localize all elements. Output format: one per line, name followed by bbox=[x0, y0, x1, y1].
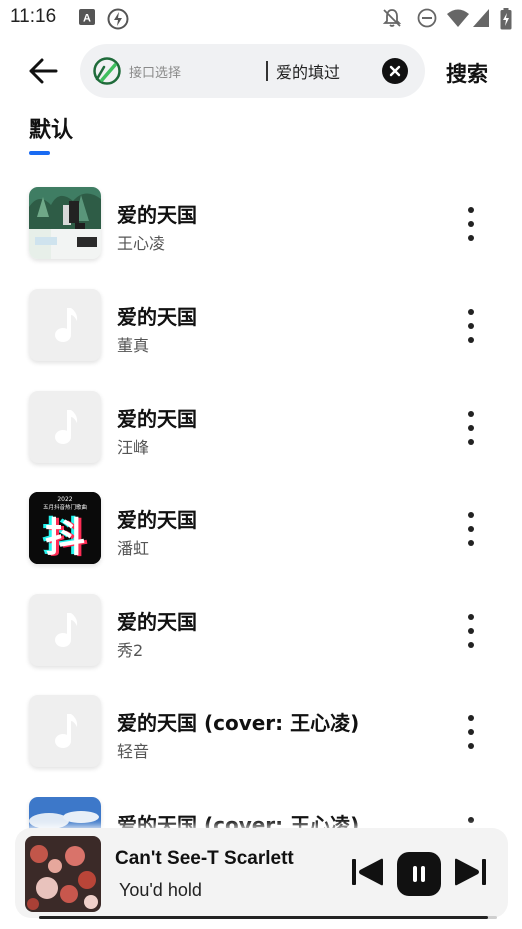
flash-icon bbox=[107, 8, 129, 30]
song-artist: 汪峰 bbox=[117, 438, 150, 457]
source-select-label[interactable]: 接口选择 bbox=[129, 62, 181, 81]
sky-cover-image bbox=[29, 797, 101, 829]
album-cover-placeholder bbox=[29, 289, 101, 361]
album-cover-placeholder bbox=[29, 391, 101, 463]
skip-previous-icon[interactable] bbox=[351, 857, 385, 887]
now-playing-lyric: You'd hold bbox=[119, 880, 202, 900]
song-title: 爱的天国 bbox=[117, 407, 197, 431]
more-options-button[interactable] bbox=[460, 614, 482, 648]
now-playing-cover[interactable] bbox=[25, 836, 101, 912]
battery-charging-icon bbox=[500, 8, 512, 30]
now-playing-cover-image bbox=[25, 836, 101, 912]
song-artist: 王心凌 bbox=[117, 234, 166, 253]
song-artist: 董真 bbox=[117, 336, 150, 355]
song-item[interactable]: 爱的天国 董真 bbox=[0, 289, 522, 379]
douyin-cover-image: 2022 五月抖音热门歌曲 抖 抖 抖 bbox=[29, 492, 101, 564]
more-options-button[interactable] bbox=[460, 411, 482, 445]
search-button[interactable]: 搜索 bbox=[446, 58, 488, 88]
music-note-icon bbox=[55, 714, 78, 748]
pause-button[interactable] bbox=[397, 852, 441, 896]
search-input[interactable] bbox=[276, 57, 446, 85]
search-separator bbox=[266, 61, 268, 81]
search-bar[interactable]: 接口选择 bbox=[80, 44, 446, 98]
pause-icon bbox=[413, 866, 425, 882]
song-title: 爱的天国 (cover: 王心凌) bbox=[117, 813, 360, 829]
bell-off-icon bbox=[382, 9, 402, 27]
music-note-icon bbox=[55, 308, 78, 342]
cover-subtitle: 五月抖音热门歌曲 bbox=[43, 503, 87, 511]
album-cover-placeholder bbox=[29, 695, 101, 767]
more-options-button[interactable] bbox=[460, 309, 482, 343]
song-title: 爱的天国 bbox=[117, 203, 197, 227]
song-item[interactable]: 爱的天国 秀2 bbox=[0, 594, 522, 684]
tab-default[interactable]: 默认 bbox=[29, 112, 73, 144]
album-cover-placeholder bbox=[29, 594, 101, 666]
song-artist: 轻音 bbox=[117, 742, 150, 761]
mini-player[interactable]: Can't See-T Scarlett You'd hold bbox=[15, 828, 508, 919]
song-title: 爱的天国 bbox=[117, 305, 197, 329]
close-icon bbox=[389, 65, 401, 77]
cover-glyph: 抖 bbox=[45, 515, 85, 561]
clear-search-button[interactable] bbox=[382, 58, 408, 84]
music-note-icon bbox=[55, 613, 78, 647]
tab-indicator bbox=[29, 151, 50, 155]
status-bar: 11:16 A bbox=[0, 0, 522, 36]
cover-year: 2022 bbox=[57, 496, 72, 503]
status-time: 11:16 bbox=[10, 6, 57, 27]
wifi-icon bbox=[447, 9, 469, 27]
album-cover-image bbox=[29, 187, 101, 259]
album-cover bbox=[29, 797, 101, 829]
playback-progress-fill bbox=[39, 916, 488, 919]
a-notification-icon: A bbox=[79, 9, 95, 25]
song-item[interactable]: 爱的天国 王心凌 bbox=[0, 187, 522, 277]
signal-icon bbox=[473, 9, 489, 27]
more-options-button[interactable] bbox=[460, 715, 482, 749]
song-title: 爱的天国 bbox=[117, 610, 197, 634]
back-button[interactable] bbox=[24, 52, 62, 90]
now-playing-title: Can't See-T Scarlett bbox=[115, 848, 294, 869]
music-note-icon bbox=[55, 410, 78, 444]
playback-progress[interactable] bbox=[39, 916, 497, 919]
song-title: 爱的天国 (cover: 王心凌) bbox=[117, 711, 360, 735]
more-options-button[interactable] bbox=[460, 207, 482, 241]
more-options-button[interactable] bbox=[460, 512, 482, 546]
skip-next-icon[interactable] bbox=[453, 857, 487, 887]
song-item[interactable]: 爱的天国 汪峰 bbox=[0, 391, 522, 481]
song-item[interactable]: 2022 五月抖音热门歌曲 抖 抖 抖 爱的天国 潘虹 bbox=[0, 492, 522, 582]
song-item[interactable]: 爱的天国 (cover: 王心凌) 轻音 bbox=[0, 695, 522, 785]
song-artist: 秀2 bbox=[117, 641, 144, 660]
song-artist: 潘虹 bbox=[117, 539, 150, 558]
song-title: 爱的天国 bbox=[117, 508, 197, 532]
album-cover bbox=[29, 187, 101, 259]
song-item[interactable]: 爱的天国 (cover: 王心凌) bbox=[0, 797, 522, 829]
svg-text:A: A bbox=[83, 13, 91, 25]
album-cover: 2022 五月抖音热门歌曲 抖 抖 抖 bbox=[29, 492, 101, 564]
source-logo-icon[interactable] bbox=[92, 56, 122, 86]
do-not-disturb-icon bbox=[417, 8, 437, 28]
arrow-left-icon bbox=[29, 58, 58, 84]
